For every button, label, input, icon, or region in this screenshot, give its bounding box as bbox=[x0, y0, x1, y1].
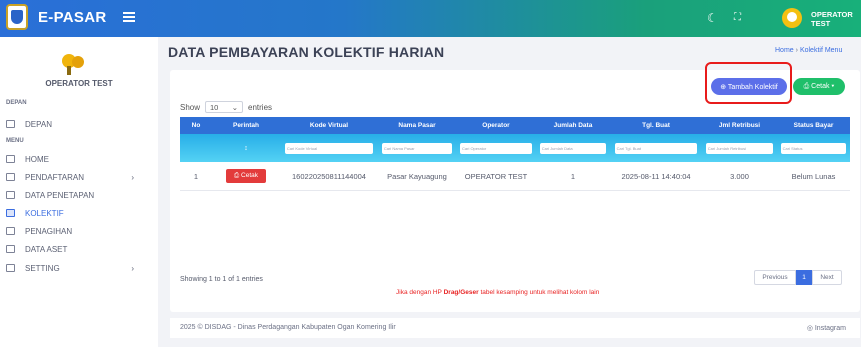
chevron-right-icon: › bbox=[131, 172, 134, 182]
sort-icon: ↕ bbox=[244, 144, 248, 152]
folder-icon bbox=[6, 209, 15, 217]
cell-status-bayar: Belum Lunas bbox=[791, 171, 836, 181]
sidebar-user-name: OPERATOR TEST bbox=[45, 79, 113, 88]
cetak-row-button[interactable]: ⎙ Cetak bbox=[226, 169, 266, 183]
sidebar-item-data-aset[interactable]: DATA ASET bbox=[6, 242, 152, 256]
cell-tgl-buat: 2025-08-11 14:40:04 bbox=[621, 171, 691, 181]
sidebar-section-menu: MENU bbox=[6, 138, 24, 144]
filter-jumlah-retribusi-input[interactable]: Cari Jumlah Retribusi bbox=[705, 142, 774, 154]
column-header[interactable]: Kode Virtual bbox=[280, 117, 378, 134]
filter-tgl-buat-input[interactable]: Cari Tgl. Buat bbox=[614, 142, 698, 154]
sidebar-item-pendaftaran[interactable]: PENDAFTARAN › bbox=[6, 170, 152, 184]
note-prefix: Jika dengan HP bbox=[396, 289, 442, 296]
filter-nama-pasar-input[interactable]: Cari Nama Pasar bbox=[381, 142, 453, 154]
instagram-link[interactable]: ◎ Instagram bbox=[807, 324, 846, 332]
note-suffix: tabel kesamping untuk melihat kolom lain bbox=[480, 289, 600, 296]
show-label: Show bbox=[180, 102, 201, 112]
column-header[interactable]: Jumlah Data bbox=[536, 117, 610, 134]
sidebar-item-label: PENAGIHAN bbox=[25, 226, 73, 236]
page-title: DATA PEMBAYARAN KOLEKTIF HARIAN bbox=[168, 44, 445, 60]
sidebar-item-label: KOLEKTIF bbox=[25, 208, 64, 218]
home-icon bbox=[6, 155, 15, 163]
filter-jumlah-data-input[interactable]: Cari Jumlah Data bbox=[539, 142, 607, 154]
column-header[interactable]: Tgl. Buat bbox=[610, 117, 702, 134]
table-header: No Perintah Kode Virtual Nama Pasar Oper… bbox=[180, 117, 850, 134]
filter-operator-input[interactable]: Cari Operator bbox=[460, 142, 532, 154]
filter-status-input[interactable]: Cari Status bbox=[780, 142, 847, 154]
table-filter-row: ↕ Cari Kode Virtual Cari Nama Pasar Cari… bbox=[180, 134, 850, 162]
folder-icon bbox=[6, 227, 15, 235]
filter-kode-virtual-input[interactable]: Cari Kode Virtual bbox=[284, 142, 374, 154]
column-header[interactable]: Perintah bbox=[212, 117, 280, 134]
sidebar-item-home[interactable]: HOME bbox=[6, 152, 152, 166]
app-logo bbox=[6, 4, 28, 30]
cell-nama-pasar: Pasar Kayuagung bbox=[387, 171, 447, 181]
footer: 2025 © DISDAG - Dinas Perdagangan Kabupa… bbox=[170, 318, 860, 338]
sidebar-item-depan[interactable]: DEPAN bbox=[6, 117, 152, 131]
footer-copyright: 2025 © DISDAG - Dinas Perdagangan Kabupa… bbox=[180, 324, 396, 331]
sidebar: OPERATOR TEST DEPAN DEPAN MENU HOME PEND… bbox=[0, 37, 158, 347]
breadcrumb-current[interactable]: Kolektif Menu bbox=[800, 47, 842, 54]
pagination-next[interactable]: Next bbox=[812, 270, 842, 285]
top-navbar: E-PASAR ☾ ⛶ OPERATOR TEST bbox=[0, 0, 861, 37]
cell-kode-virtual: 160220250811144004 bbox=[292, 171, 366, 181]
sidebar-item-label: SETTING bbox=[25, 263, 60, 273]
highlight-annotation-box bbox=[705, 62, 792, 104]
breadcrumb-home-link[interactable]: Home bbox=[775, 47, 794, 54]
chevron-down-icon: ⌄ bbox=[231, 102, 239, 112]
moon-icon[interactable]: ☾ bbox=[707, 11, 718, 25]
sidebar-item-label: DEPAN bbox=[25, 119, 52, 129]
entries-select[interactable]: 10 ⌄ bbox=[205, 101, 244, 113]
cell-jumlah-data: 1 bbox=[570, 171, 576, 181]
table-info: Showing 1 to 1 of 1 entries bbox=[180, 276, 263, 283]
cetak-dropdown-button[interactable]: ⎙ Cetak ▾ bbox=[793, 78, 845, 95]
note-bold: Drag/Geser bbox=[443, 289, 479, 296]
breadcrumb: Home › Kolektif Menu bbox=[775, 47, 842, 54]
home-icon bbox=[6, 120, 15, 128]
entries-label: entries bbox=[248, 102, 273, 112]
sidebar-item-kolektif[interactable]: KOLEKTIF bbox=[6, 206, 152, 220]
table-row: 1 ⎙ Cetak 160220250811144004 Pasar Kayua… bbox=[180, 162, 850, 191]
sidebar-item-label: DATA ASET bbox=[25, 244, 68, 254]
column-header[interactable]: Operator bbox=[456, 117, 536, 134]
sidebar-logo bbox=[62, 54, 86, 75]
sidebar-item-label: DATA PENETAPAN bbox=[25, 190, 95, 200]
sidebar-item-penagihan[interactable]: PENAGIHAN bbox=[6, 224, 152, 238]
form-icon bbox=[6, 173, 15, 181]
chevron-right-icon: › bbox=[131, 263, 134, 273]
cell-no: 1 bbox=[193, 171, 199, 181]
hamburger-menu-icon[interactable] bbox=[123, 12, 135, 22]
folder-icon bbox=[6, 191, 15, 199]
gear-icon bbox=[6, 264, 15, 272]
app-brand: E-PASAR bbox=[38, 9, 107, 26]
avatar[interactable] bbox=[782, 8, 802, 28]
box-icon bbox=[6, 245, 15, 253]
entries-select-value: 10 bbox=[210, 102, 219, 112]
sidebar-item-setting[interactable]: SETTING › bbox=[6, 261, 152, 275]
column-header[interactable]: Nama Pasar bbox=[378, 117, 456, 134]
pagination-previous[interactable]: Previous bbox=[754, 270, 796, 285]
column-header[interactable]: Status Bayar bbox=[777, 117, 850, 134]
sidebar-section-depan: DEPAN bbox=[6, 100, 27, 106]
pagination: Previous 1 Next bbox=[754, 270, 842, 285]
column-header[interactable]: No bbox=[180, 117, 212, 134]
sidebar-item-data-penetapan[interactable]: DATA PENETAPAN bbox=[6, 188, 152, 202]
cell-operator: OPERATOR TEST bbox=[464, 171, 528, 181]
drag-hint-note: Jika dengan HP Drag/Geser tabel kesampin… bbox=[396, 289, 599, 296]
page-length-control: Show 10 ⌄ entries bbox=[180, 101, 272, 113]
breadcrumb-separator: › bbox=[795, 47, 798, 54]
cell-jml-retribusi: 3.000 bbox=[730, 171, 749, 181]
column-header[interactable]: Jml Retribusi bbox=[702, 117, 777, 134]
sidebar-item-label: PENDAFTARAN bbox=[25, 172, 84, 182]
pagination-page-1[interactable]: 1 bbox=[796, 270, 812, 285]
fullscreen-icon[interactable]: ⛶ bbox=[734, 12, 741, 23]
sidebar-item-label: HOME bbox=[25, 154, 49, 164]
user-name[interactable]: OPERATOR TEST bbox=[811, 10, 861, 28]
